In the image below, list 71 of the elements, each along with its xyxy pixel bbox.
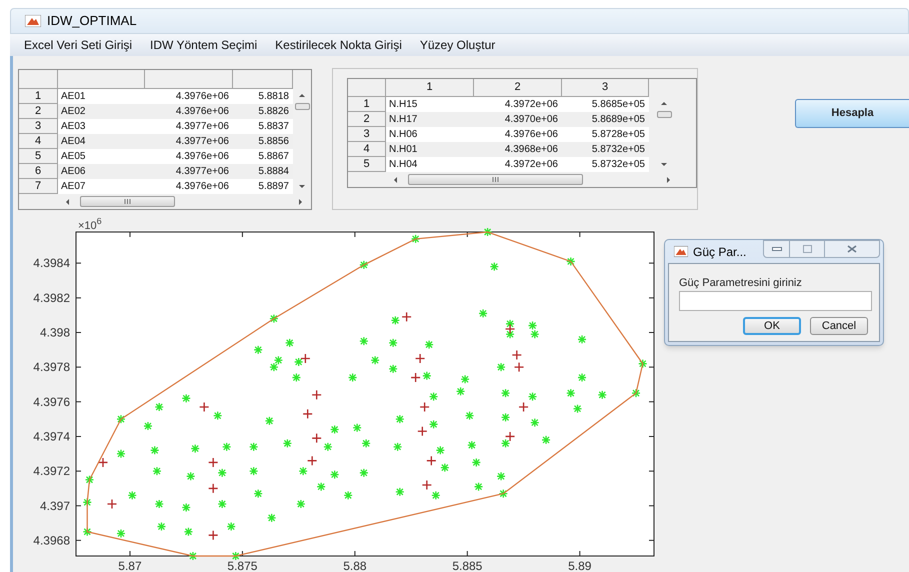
table-cell: 5.8685e+05 bbox=[562, 97, 649, 112]
tick-label: 4.397 bbox=[40, 498, 70, 513]
scroll-arrow-icon[interactable] bbox=[392, 176, 400, 184]
scroll-arrow-icon[interactable] bbox=[64, 198, 72, 206]
scroll-arrow-icon[interactable] bbox=[660, 100, 668, 108]
menu-item[interactable]: Excel Veri Seti Girişi bbox=[24, 36, 132, 54]
table-cell: N.H04 bbox=[386, 157, 474, 172]
column-header[interactable]: 3 bbox=[562, 79, 649, 97]
column-header[interactable] bbox=[145, 70, 233, 89]
column-header[interactable] bbox=[58, 70, 145, 89]
app-logo-icon bbox=[674, 246, 688, 257]
column-header[interactable] bbox=[233, 70, 293, 89]
column-header[interactable]: 1 bbox=[386, 79, 474, 97]
table-cell: 4.3976e+06 bbox=[145, 149, 233, 164]
tick-label: 5.875 bbox=[227, 559, 258, 572]
table-cell: 5.8728e+05 bbox=[562, 127, 649, 142]
input-field[interactable] bbox=[679, 291, 872, 311]
table-cell: 4.3976e+06 bbox=[474, 127, 562, 142]
grip-icon bbox=[492, 177, 499, 182]
tick-label: 4.3976 bbox=[33, 394, 70, 409]
close-icon bbox=[847, 245, 857, 253]
scroll-thumb[interactable] bbox=[656, 111, 672, 118]
scroll-arrow-icon[interactable] bbox=[298, 92, 306, 100]
table-cell: 4.3972e+06 bbox=[474, 157, 562, 172]
tick-label: 5.88 bbox=[343, 559, 367, 572]
table-cell: 5.8732e+05 bbox=[562, 157, 649, 172]
table-cell: 4.3976e+06 bbox=[145, 179, 233, 194]
table-cell: 5.8837 bbox=[233, 119, 293, 134]
table-cell: AE05 bbox=[58, 149, 145, 164]
axis-multiplier: ×10$^{6}$ bbox=[78, 218, 102, 232]
window-title: IDW_OPTIMAL bbox=[47, 12, 137, 30]
column-header[interactable]: 2 bbox=[474, 79, 562, 97]
table-cell: AE01 bbox=[58, 89, 145, 104]
app-logo-icon bbox=[25, 15, 41, 27]
minimize-icon bbox=[772, 247, 782, 251]
scroll-thumb[interactable] bbox=[408, 174, 583, 185]
tick-label: 4.3974 bbox=[33, 429, 70, 444]
table-cell: N.H06 bbox=[386, 127, 474, 142]
minimize-button[interactable] bbox=[763, 240, 790, 258]
scroll-thumb[interactable] bbox=[80, 196, 175, 207]
prompt-label: Güç Parametresini giriniz bbox=[679, 277, 803, 289]
tick-label: 5.87 bbox=[118, 559, 142, 572]
tick-label: 4.398 bbox=[40, 326, 70, 340]
tick-label: 5.885 bbox=[452, 559, 482, 572]
tick-label: 4.3968 bbox=[33, 533, 70, 548]
menu-item[interactable]: IDW Yöntem Seçimi bbox=[150, 36, 258, 54]
table-cell: 5.8818 bbox=[233, 89, 293, 104]
dialog-button[interactable]: OK bbox=[743, 317, 801, 335]
dialog-title: Güç Par... bbox=[693, 244, 746, 260]
calculate-button[interactable]: Hesapla bbox=[795, 99, 909, 128]
table-cell: AE03 bbox=[58, 119, 145, 134]
tick-label: 4.3982 bbox=[33, 290, 70, 305]
table-cell: 5.8897 bbox=[233, 179, 293, 194]
table-cell: 5.8867 bbox=[233, 149, 293, 164]
menu-item[interactable]: Yüzey Oluştur bbox=[420, 36, 496, 54]
menu-item[interactable]: Kestirilecek Nokta Girişi bbox=[275, 36, 402, 54]
scroll-thumb[interactable] bbox=[294, 103, 310, 110]
table-cell: 4.3977e+06 bbox=[145, 119, 233, 134]
dialog-button[interactable]: Cancel bbox=[810, 317, 868, 335]
tick-label: 4.3972 bbox=[33, 464, 70, 478]
maximize-icon bbox=[802, 245, 812, 253]
tick-label: 4.3978 bbox=[33, 360, 70, 374]
maximize-button[interactable] bbox=[790, 240, 824, 258]
tick-label: 5.89 bbox=[568, 559, 592, 572]
table-cell: AE07 bbox=[58, 179, 145, 194]
table-cell: N.H15 bbox=[386, 97, 474, 112]
close-button[interactable] bbox=[824, 240, 880, 258]
table-cell: 4.3976e+06 bbox=[145, 89, 233, 104]
grip-icon bbox=[124, 199, 131, 204]
table-cell: 4.3972e+06 bbox=[474, 97, 562, 112]
tick-label: 4.3984 bbox=[33, 256, 70, 270]
